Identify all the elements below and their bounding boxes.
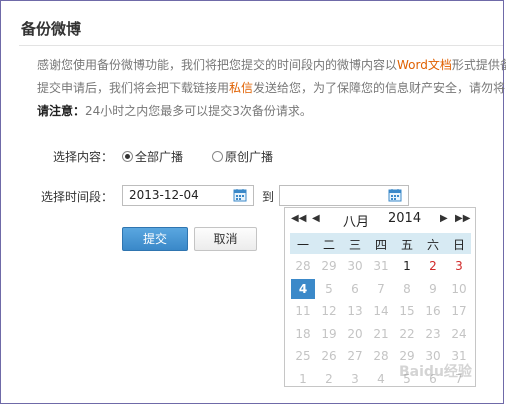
- word-doc-highlight: Word文档: [397, 58, 452, 72]
- next-year-icon[interactable]: ▶▶: [455, 213, 470, 224]
- desc-line-1: 感谢您使用备份微博功能，我们将把您提交的时间段内的微博内容以Word文档形式提供…: [37, 54, 506, 77]
- calendar-day[interactable]: 28: [291, 256, 315, 276]
- calendar-day[interactable]: 20: [343, 324, 367, 344]
- calendar-day[interactable]: 13: [343, 301, 367, 321]
- warning-text: 24小时之内您最多可以提交3次备份请求。: [85, 104, 312, 118]
- calendar-day[interactable]: 2: [317, 369, 341, 389]
- calendar-day[interactable]: 17: [447, 301, 471, 321]
- to-label: 到: [262, 190, 275, 204]
- calendar-day[interactable]: 6: [343, 279, 367, 299]
- cancel-button[interactable]: 取消: [194, 227, 257, 251]
- watermark: Baidu经验: [399, 364, 472, 380]
- weekday-label: 日: [452, 238, 465, 252]
- calendar-day[interactable]: 5: [317, 279, 341, 299]
- desc-text: 感谢您使用备份微博功能，我们将把您提交的时间段内的微博内容以: [37, 58, 398, 72]
- weekday-header: 一 二 三 四 五 六 日: [290, 233, 471, 254]
- desc-text: 发送给您，为了保障您的信息财产安全，请勿将: [253, 81, 506, 95]
- calendar-day[interactable]: 1: [395, 256, 419, 276]
- radio-dot-checked[interactable]: [122, 151, 133, 162]
- weekday-label: 六: [426, 238, 439, 252]
- title-divider: [19, 45, 503, 46]
- time-range-label: 选择时间段：: [41, 190, 114, 204]
- calendar-year[interactable]: 2014: [388, 211, 421, 226]
- calendar-day[interactable]: 26: [317, 346, 341, 366]
- backup-weibo-dialog: 备份微博 感谢您使用备份微博功能，我们将把您提交的时间段内的微博内容以Word文…: [0, 0, 506, 404]
- calendar-month[interactable]: 八月: [343, 211, 369, 230]
- calendar-day[interactable]: 1: [291, 369, 315, 389]
- calendar-day[interactable]: 19: [317, 324, 341, 344]
- radio-label-original: 原创广播: [225, 150, 274, 164]
- radio-all-broadcasts[interactable]: 全部广播: [122, 148, 183, 165]
- calendar-day[interactable]: 21: [369, 324, 393, 344]
- calendar-day[interactable]: 10: [447, 279, 471, 299]
- weekday-label: 四: [374, 238, 387, 252]
- calendar-day[interactable]: 31: [369, 256, 393, 276]
- calendar-day[interactable]: 14: [369, 301, 393, 321]
- calendar-day[interactable]: 28: [369, 346, 393, 366]
- calendar-day[interactable]: 30: [343, 256, 367, 276]
- calendar-icon[interactable]: [233, 188, 247, 202]
- desc-line-2: 提交申请后，我们将会把下载链接用私信发送给您，为了保障您的信息财产安全，请勿将: [37, 77, 506, 100]
- private-message-highlight: 私信: [229, 81, 254, 95]
- calendar-day[interactable]: 18: [291, 324, 315, 344]
- calendar-day[interactable]: 25: [291, 346, 315, 366]
- calendar-day[interactable]: 23: [421, 324, 445, 344]
- prev-year-icon[interactable]: ◀◀: [291, 213, 306, 224]
- dialog-title: 备份微博: [21, 20, 82, 38]
- calendar-day[interactable]: 7: [369, 279, 393, 299]
- description: 感谢您使用备份微博功能，我们将把您提交的时间段内的微博内容以Word文档形式提供…: [37, 54, 506, 123]
- calendar-day[interactable]: 15: [395, 301, 419, 321]
- radio-dot-unchecked[interactable]: [212, 151, 223, 162]
- submit-button[interactable]: 提交: [122, 227, 188, 251]
- content-label: 选择内容：: [53, 150, 114, 164]
- radio-label-all: 全部广播: [135, 150, 184, 164]
- weekday-label: 三: [348, 238, 361, 252]
- calendar-day[interactable]: 8: [395, 279, 419, 299]
- calendar-day[interactable]: 29: [317, 256, 341, 276]
- desc-text: 形式提供备: [451, 58, 506, 72]
- calendar-day[interactable]: 4: [369, 369, 393, 389]
- weekday-label: 二: [322, 238, 335, 252]
- calendar-day[interactable]: 22: [395, 324, 419, 344]
- warning-label: 请注意：: [37, 104, 86, 118]
- calendar-day[interactable]: 3: [447, 256, 471, 276]
- weekday-label: 一: [296, 238, 309, 252]
- weekday-label: 五: [400, 238, 413, 252]
- radio-original-broadcasts[interactable]: 原创广播: [212, 148, 273, 165]
- desc-line-3: 请注意：24小时之内您最多可以提交3次备份请求。: [37, 100, 506, 123]
- calendar-day[interactable]: 24: [447, 324, 471, 344]
- calendar-day-selected[interactable]: 4: [291, 278, 315, 299]
- date-picker-popup: ◀◀ ◀ 八月 2014 ▶ ▶▶ 一 二 三 四 五 六 日 28 29 30 31…: [284, 207, 476, 387]
- calendar-day[interactable]: 2: [421, 256, 445, 276]
- calendar-day[interactable]: 3: [343, 369, 367, 389]
- calendar-day[interactable]: 27: [343, 346, 367, 366]
- calendar-icon[interactable]: [388, 188, 402, 202]
- calendar-day[interactable]: 11: [291, 301, 315, 321]
- calendar-day[interactable]: 9: [421, 279, 445, 299]
- calendar-day[interactable]: 12: [317, 301, 341, 321]
- calendar-nav: ◀◀ ◀ 八月 2014 ▶ ▶▶: [285, 208, 475, 231]
- prev-month-icon[interactable]: ◀: [312, 213, 320, 224]
- next-month-icon[interactable]: ▶: [440, 213, 448, 224]
- desc-text: 提交申请后，我们将会把下载链接用: [37, 81, 230, 95]
- calendar-day[interactable]: 16: [421, 301, 445, 321]
